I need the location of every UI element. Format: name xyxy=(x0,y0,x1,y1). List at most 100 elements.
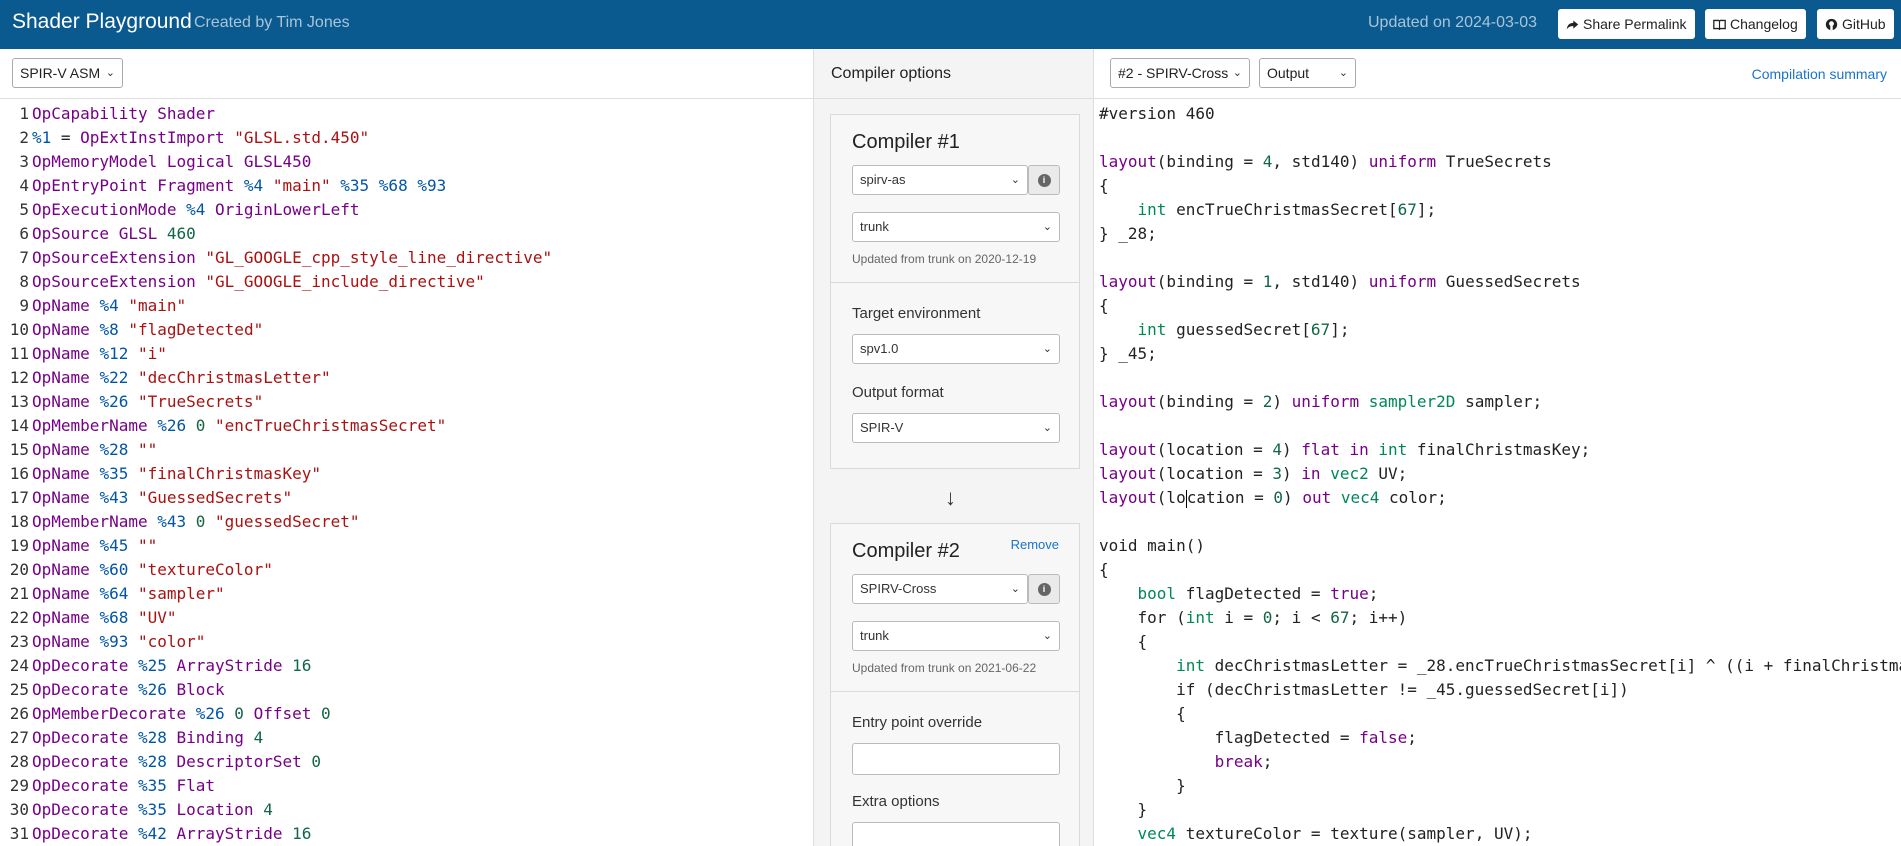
code-token: %28 xyxy=(99,440,138,459)
output-kind-select[interactable]: Output ⌄ xyxy=(1259,58,1356,88)
code-token: %4 xyxy=(99,296,129,315)
changelog-button[interactable]: Changelog xyxy=(1705,9,1806,39)
source-line: 12 OpName %22 "decChristmasLetter" xyxy=(0,366,331,390)
code-token: layout xyxy=(1099,440,1157,459)
code-token: %26 xyxy=(99,392,138,411)
code-token: void main() xyxy=(1099,536,1205,555)
code-token: i = xyxy=(1224,608,1263,627)
code-token: "decChristmasLetter" xyxy=(137,368,331,387)
app-title[interactable]: Shader Playground xyxy=(12,10,192,34)
line-number: 12 xyxy=(9,368,29,387)
code-token: %68 xyxy=(99,608,138,627)
target-environment-select[interactable]: spv1.0 ⌄ xyxy=(852,334,1060,364)
source-line: 17 OpName %43 "GuessedSecrets" xyxy=(0,486,292,510)
code-token: int xyxy=(1185,608,1225,627)
code-token: OpName xyxy=(32,536,100,555)
code-token: if (decChristmasLetter != _45.guessedSec… xyxy=(1099,680,1629,699)
compiler-2-card: Compiler #2 Remove SPIRV-Cross ⌄ i trunk… xyxy=(830,523,1080,846)
compiler-2-info-button[interactable]: i xyxy=(1028,574,1060,604)
divider xyxy=(831,282,1079,283)
extra-options-input[interactable] xyxy=(852,822,1060,846)
github-button[interactable]: GitHub xyxy=(1817,9,1894,39)
code-token: for ( xyxy=(1099,608,1186,627)
share-permalink-button[interactable]: Share Permalink xyxy=(1558,9,1695,39)
line-number: 22 xyxy=(9,608,29,627)
down-arrow-icon: ↓ xyxy=(945,485,956,510)
line-number: 16 xyxy=(9,464,29,483)
code-token: Offset xyxy=(253,704,321,723)
source-line: 27 OpDecorate %28 Binding 4 xyxy=(0,726,263,750)
code-token: OpDecorate xyxy=(32,752,138,771)
entry-point-label: Entry point override xyxy=(852,714,983,731)
output-line: { xyxy=(1099,294,1109,318)
compilation-summary-link[interactable]: Compilation summary xyxy=(1752,66,1887,82)
compiler-1-card: Compiler #1 spirv-as ⌄ i trunk ⌄ Updated… xyxy=(830,114,1080,469)
source-line: 14 OpMemberName %26 0 "encTrueChristmasSe… xyxy=(0,414,446,438)
output-line: int guessedSecret[67]; xyxy=(1099,318,1350,342)
extra-options-label: Extra options xyxy=(852,793,940,810)
output-line: if (decChristmasLetter != _45.guessedSec… xyxy=(1099,678,1629,702)
language-select[interactable]: SPIR-V ASM ⌄ xyxy=(12,58,123,88)
author-credit[interactable]: Created by Tim Jones xyxy=(194,14,350,32)
code-token: %8 xyxy=(99,320,129,339)
top-navbar: Shader Playground Created by Tim Jones U… xyxy=(0,0,1901,49)
line-number: 30 xyxy=(9,800,29,819)
code-token: flagDetected = xyxy=(1185,584,1331,603)
book-icon xyxy=(1713,19,1726,30)
code-token: OpDecorate xyxy=(32,680,138,699)
code-token: %4 xyxy=(243,176,273,195)
source-line: 9 OpName %4 "main" xyxy=(0,294,186,318)
info-icon: i xyxy=(1037,582,1051,596)
code-token: 0 xyxy=(311,752,321,771)
compiler-2-version-select[interactable]: trunk ⌄ xyxy=(852,621,1060,651)
code-token: } _45; xyxy=(1099,344,1157,363)
output-kind-value: Output xyxy=(1267,65,1310,81)
line-number: 3 xyxy=(19,152,29,171)
code-token: "i" xyxy=(137,344,167,363)
code-token: (location = xyxy=(1156,464,1273,483)
output-compiler-select[interactable]: #2 - SPIRV-Cross ⌄ xyxy=(1110,58,1250,88)
compiler-1-version-select[interactable]: trunk ⌄ xyxy=(852,212,1060,242)
code-token: { xyxy=(1099,176,1109,195)
code-token: OpName xyxy=(32,632,100,651)
remove-compiler-link[interactable]: Remove xyxy=(1011,537,1059,552)
code-token: "GuessedSecrets" xyxy=(137,488,293,507)
code-token: int xyxy=(1137,320,1177,339)
code-token: OpName xyxy=(32,368,100,387)
compiler-1-select[interactable]: spirv-as ⌄ xyxy=(852,165,1028,195)
code-token: false xyxy=(1359,728,1408,747)
chevron-down-icon: ⌄ xyxy=(1042,343,1052,355)
code-token: sampler; xyxy=(1465,392,1543,411)
source-editor[interactable]: 1 OpCapability Shader 2 %1 = OpExtInstImpor… xyxy=(0,99,813,846)
compiler-2-version-value: trunk xyxy=(860,628,889,643)
code-token: "GLSL.std.450" xyxy=(234,128,370,147)
compiler-2-select[interactable]: SPIRV-Cross ⌄ xyxy=(852,574,1028,604)
code-token: 2 xyxy=(1262,392,1273,411)
output-line: { xyxy=(1099,630,1148,654)
output-compiler-value: #2 - SPIRV-Cross xyxy=(1118,65,1229,81)
code-token: %42 xyxy=(137,824,177,843)
output-viewer[interactable]: #version 460 layout(binding = 4, std140) … xyxy=(1094,99,1901,846)
code-token: } xyxy=(1099,800,1148,819)
source-line: 10 OpName %8 "flagDetected" xyxy=(0,318,263,342)
code-token: OpName xyxy=(32,584,100,603)
code-token: true xyxy=(1330,584,1369,603)
code-token: { xyxy=(1099,632,1148,651)
source-line: 15 OpName %28 "" xyxy=(0,438,158,462)
code-token: ArrayStride xyxy=(176,656,293,675)
code-token: %28 xyxy=(137,752,177,771)
output-format-select[interactable]: SPIR-V ⌄ xyxy=(852,413,1060,443)
entry-point-input[interactable] xyxy=(852,743,1060,775)
code-token: %25 xyxy=(137,656,177,675)
output-line: #version 460 xyxy=(1099,102,1215,126)
code-token: 0 xyxy=(1262,608,1273,627)
output-line: for (int i = 0; i < 67; i++) xyxy=(1099,606,1408,630)
compiler-options-title: Compiler options xyxy=(831,65,952,82)
compiler-1-info-button[interactable]: i xyxy=(1028,165,1060,195)
line-number: 5 xyxy=(19,200,29,219)
code-token: 67 xyxy=(1330,608,1350,627)
code-token: = xyxy=(51,128,81,147)
language-select-value: SPIR-V ASM xyxy=(20,65,101,81)
